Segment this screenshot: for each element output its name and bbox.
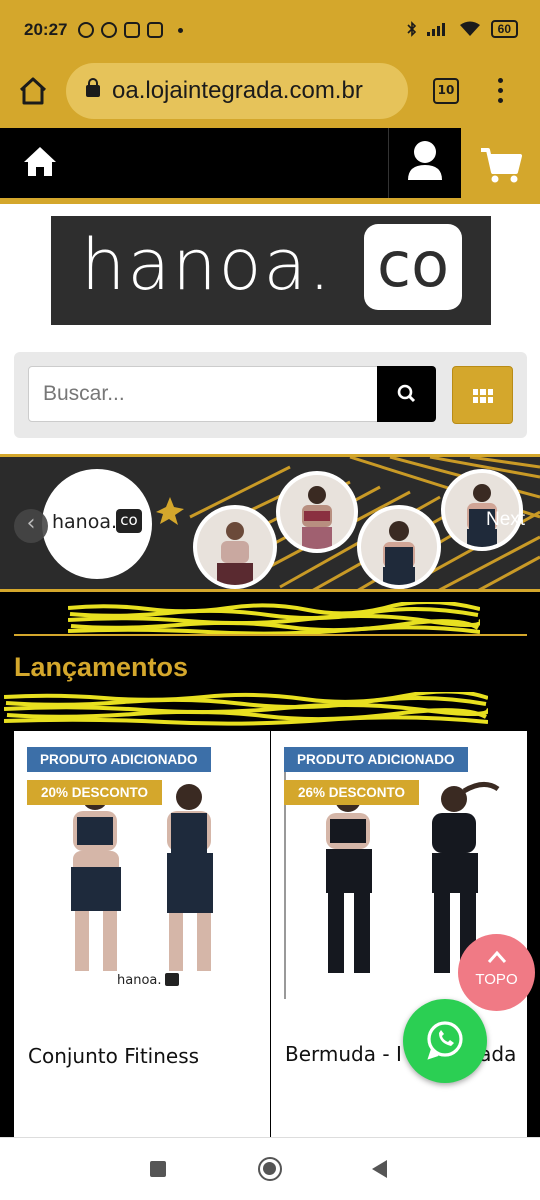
search-icon xyxy=(397,384,416,403)
url-text: oa.lojaintegrada.com.br xyxy=(112,77,363,104)
search-button[interactable] xyxy=(377,366,436,422)
discount-badge: 20% DESCONTO xyxy=(27,780,163,805)
site-navbar xyxy=(0,128,540,198)
browser-toolbar: oa.lojaintegrada.com.br 10 xyxy=(0,56,540,128)
added-badge: PRODUTO ADICIONADO xyxy=(27,747,211,772)
account-button[interactable] xyxy=(388,128,460,198)
whatsapp-icon xyxy=(427,1021,463,1060)
categories-button[interactable] xyxy=(452,366,513,424)
signal-icon xyxy=(426,23,445,36)
discount-badge: 26% DESCONTO xyxy=(284,780,420,805)
svg-text:hanoa.: hanoa. xyxy=(117,973,162,988)
header-area: hanoa. co Buscar... xyxy=(0,204,540,454)
product-card[interactable]: hanoa. PRODUTO ADICIONADO 20% DESCONTO C… xyxy=(14,731,270,1137)
status-bar: 20:27 60 xyxy=(0,0,540,56)
instagram-icon xyxy=(124,22,140,38)
added-badge: PRODUTO ADICIONADO xyxy=(284,747,468,772)
browser-menu-icon[interactable] xyxy=(496,78,504,106)
user-icon xyxy=(408,141,442,180)
battery-icon: 60 xyxy=(490,20,518,38)
browser-home-icon[interactable] xyxy=(18,76,48,106)
carousel-next-button[interactable]: Next xyxy=(486,509,525,531)
address-bar[interactable]: oa.lojaintegrada.com.br xyxy=(66,63,408,119)
section-title: Lançamentos xyxy=(14,652,189,682)
home-nav-icon[interactable] xyxy=(258,1157,282,1181)
cart-icon xyxy=(481,148,522,183)
status-time: 20:27 xyxy=(24,20,68,39)
back-nav-icon[interactable] xyxy=(372,1160,387,1178)
notification-icons xyxy=(78,22,183,38)
logo-text: hanoa. xyxy=(81,224,333,306)
spotify-icon xyxy=(101,22,117,38)
search-input[interactable]: Buscar... xyxy=(28,366,380,422)
product-name[interactable]: Conjunto Fitiness xyxy=(28,1041,268,1071)
banner-logo-text: hanoa. xyxy=(52,511,118,533)
back-to-top-label: TOPO xyxy=(475,971,518,988)
banner-model-photo xyxy=(276,471,358,553)
tv-icon xyxy=(147,22,163,38)
more-notifications-icon xyxy=(178,27,183,33)
site-home-icon[interactable] xyxy=(20,142,60,182)
wifi-icon xyxy=(459,21,480,36)
chevron-up-icon xyxy=(458,948,535,969)
site-logo[interactable]: hanoa. co xyxy=(51,216,491,325)
recent-apps-icon[interactable] xyxy=(150,1161,166,1177)
tab-switcher-button[interactable]: 10 xyxy=(433,78,459,104)
system-icons: 60 xyxy=(407,20,518,38)
android-nav-bar xyxy=(0,1137,540,1200)
logo-co-badge: co xyxy=(364,224,462,310)
redaction-scribble xyxy=(68,602,480,634)
grid-icon xyxy=(473,389,493,403)
banner-carousel[interactable]: hanoa. co ‹ Next xyxy=(0,454,540,592)
cart-button[interactable] xyxy=(461,128,540,198)
search-bar: Buscar... xyxy=(14,352,527,438)
alarm-icon xyxy=(78,22,94,38)
redaction-scribble xyxy=(4,692,488,726)
banner-model-photo xyxy=(193,505,277,589)
section-divider xyxy=(14,634,527,636)
banner-model-photo xyxy=(357,505,441,589)
banner-logo: hanoa. co xyxy=(42,469,152,579)
lock-icon xyxy=(86,78,100,97)
bluetooth-icon xyxy=(407,21,416,37)
banner-logo-co: co xyxy=(116,509,142,533)
carousel-prev-button[interactable]: ‹ xyxy=(14,509,48,543)
whatsapp-button[interactable] xyxy=(403,999,487,1083)
